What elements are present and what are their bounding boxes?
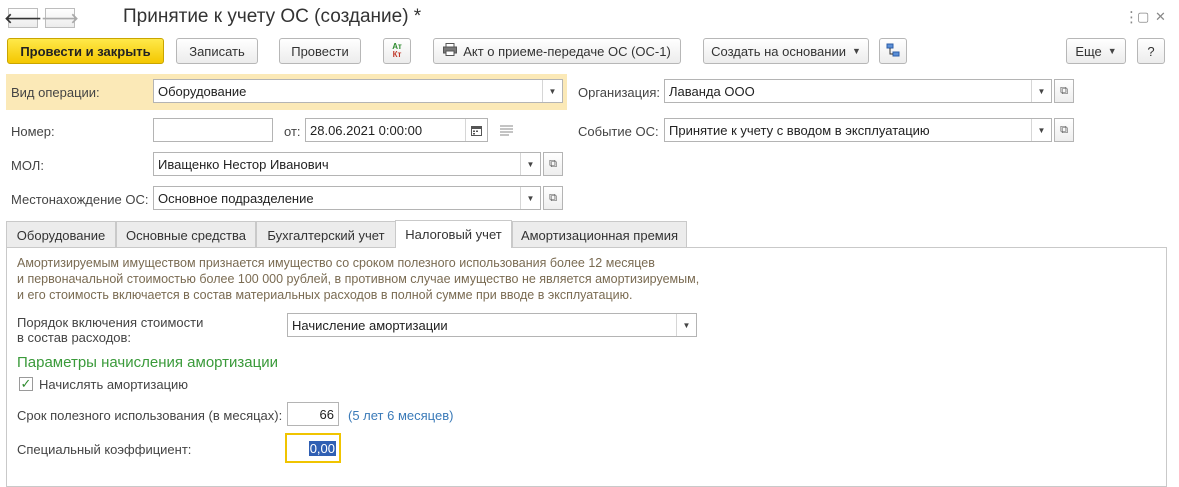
open-link-icon: ⧉ — [1060, 84, 1068, 97]
number-label: Номер: — [11, 124, 55, 139]
accrue-depreciation-checkbox[interactable]: ✓ — [19, 376, 33, 391]
operation-label: Вид операции: — [11, 85, 100, 100]
create-based-on-label: Создать на основании — [711, 43, 846, 59]
special-coefficient-value: 0,00 — [308, 440, 336, 456]
mol-open-button[interactable]: ⧉ — [543, 152, 563, 176]
maximize-icon[interactable]: ▢ — [1137, 9, 1149, 25]
post-and-close-button[interactable]: Провести и закрыть — [7, 38, 164, 64]
useful-life-value: 66 — [319, 406, 334, 422]
operation-select[interactable]: Оборудование ▼ — [153, 79, 563, 103]
organization-select[interactable]: Лаванда ООО ▼ — [664, 79, 1052, 103]
dt-kt-button[interactable]: Ат Кт — [383, 38, 411, 64]
act-os1-label: Акт о приеме-передаче ОС (ОС-1) — [463, 43, 671, 59]
date-value: 28.06.2021 0:00:00 — [310, 122, 423, 138]
organization-open-button[interactable]: ⧉ — [1054, 79, 1074, 103]
mol-select[interactable]: Иващенко Нестор Иванович ▼ — [153, 152, 541, 176]
back-button[interactable]: 🡐 — [4, 8, 42, 28]
info-note-line: Амортизируемым имуществом признается иму… — [17, 256, 655, 270]
more-label: Еще — [1075, 43, 1102, 59]
useful-life-input[interactable]: 66 — [287, 402, 339, 426]
more-button[interactable]: Еще ▼ — [1066, 38, 1126, 64]
chevron-down-icon: ▼ — [1107, 46, 1117, 56]
dt-kt-icon: Ат Кт — [392, 42, 402, 59]
organization-label: Организация: — [578, 85, 661, 100]
printer-icon — [443, 43, 458, 59]
special-coefficient-input[interactable]: 0,00 — [285, 433, 341, 463]
arrow-right-icon: 🡒 — [41, 9, 79, 26]
event-open-button[interactable]: ⧉ — [1054, 118, 1074, 142]
depreciation-params-title: Параметры начисления амортизации — [17, 354, 278, 371]
checkmark-icon: ✓ — [20, 376, 32, 391]
expense-order-value: Начисление амортизации — [292, 317, 448, 333]
comment-icon[interactable] — [500, 124, 513, 139]
open-link-icon: ⧉ — [549, 157, 557, 170]
number-input[interactable] — [153, 118, 273, 142]
arrow-left-icon: 🡐 — [4, 9, 42, 26]
location-open-button[interactable]: ⧉ — [543, 186, 563, 210]
useful-life-label: Срок полезного использования (в месяцах)… — [17, 408, 283, 423]
tab-depreciation-bonus[interactable]: Амортизационная премия — [512, 221, 687, 248]
dropdown-arrow-icon[interactable]: ▼ — [676, 314, 696, 336]
tab-equipment[interactable]: Оборудование — [6, 221, 116, 248]
dropdown-arrow-icon[interactable]: ▼ — [1031, 119, 1051, 141]
info-note-line: и первоначальной стоимостью более 100 00… — [17, 272, 700, 286]
accrue-depreciation-label: Начислять амортизацию — [39, 377, 189, 392]
help-button[interactable]: ? — [1137, 38, 1165, 64]
chevron-down-icon: ▼ — [851, 46, 861, 56]
mol-value: Иващенко Нестор Иванович — [158, 156, 329, 172]
info-note-line: и его стоимость включается в состав мате… — [17, 288, 633, 302]
save-button[interactable]: Записать — [176, 38, 258, 64]
operation-value: Оборудование — [158, 83, 247, 99]
structure-button[interactable] — [879, 38, 907, 64]
organization-value: Лаванда ООО — [669, 83, 755, 99]
event-value: Принятие к учету с вводом в эксплуатацию — [669, 122, 930, 138]
expense-order-select[interactable]: Начисление амортизации ▼ — [287, 313, 697, 337]
event-select[interactable]: Принятие к учету с вводом в эксплуатацию… — [664, 118, 1052, 142]
location-label: Местонахождение ОС: — [11, 192, 149, 207]
date-input[interactable]: 28.06.2021 0:00:00 — [305, 118, 488, 142]
tab-fixed-assets[interactable]: Основные средства — [116, 221, 256, 248]
date-from-label: от: — [284, 124, 301, 139]
mol-label: МОЛ: — [11, 158, 44, 173]
forward-button[interactable]: 🡒 — [41, 8, 79, 28]
dropdown-arrow-icon[interactable]: ▼ — [542, 80, 562, 102]
act-os1-button[interactable]: Акт о приеме-передаче ОС (ОС-1) — [433, 38, 681, 64]
open-link-icon: ⧉ — [1060, 123, 1068, 136]
event-label: Событие ОС: — [578, 124, 659, 139]
dropdown-arrow-icon[interactable]: ▼ — [520, 153, 540, 175]
tab-tax-accounting[interactable]: Налоговый учет — [395, 220, 512, 248]
open-link-icon: ⧉ — [549, 191, 557, 204]
post-button[interactable]: Провести — [279, 38, 361, 64]
location-select[interactable]: Основное подразделение ▼ — [153, 186, 541, 210]
location-value: Основное подразделение — [158, 190, 314, 206]
calendar-icon[interactable] — [465, 119, 487, 141]
tab-accounting[interactable]: Бухгалтерский учет — [256, 221, 396, 248]
dropdown-arrow-icon[interactable]: ▼ — [520, 187, 540, 209]
expense-order-label: Порядок включения стоимости — [17, 315, 204, 330]
useful-life-hint: (5 лет 6 месяцев) — [348, 408, 454, 423]
dropdown-arrow-icon[interactable]: ▼ — [1031, 80, 1051, 102]
expense-order-label-2: в состав расходов: — [17, 330, 132, 345]
page-title: Принятие к учету ОС (создание) * — [123, 6, 422, 27]
hierarchy-icon — [886, 43, 900, 60]
special-coefficient-label: Специальный коэффициент: — [17, 442, 192, 457]
close-icon[interactable]: ✕ — [1155, 9, 1166, 25]
create-based-on-button[interactable]: Создать на основании ▼ — [703, 38, 869, 64]
